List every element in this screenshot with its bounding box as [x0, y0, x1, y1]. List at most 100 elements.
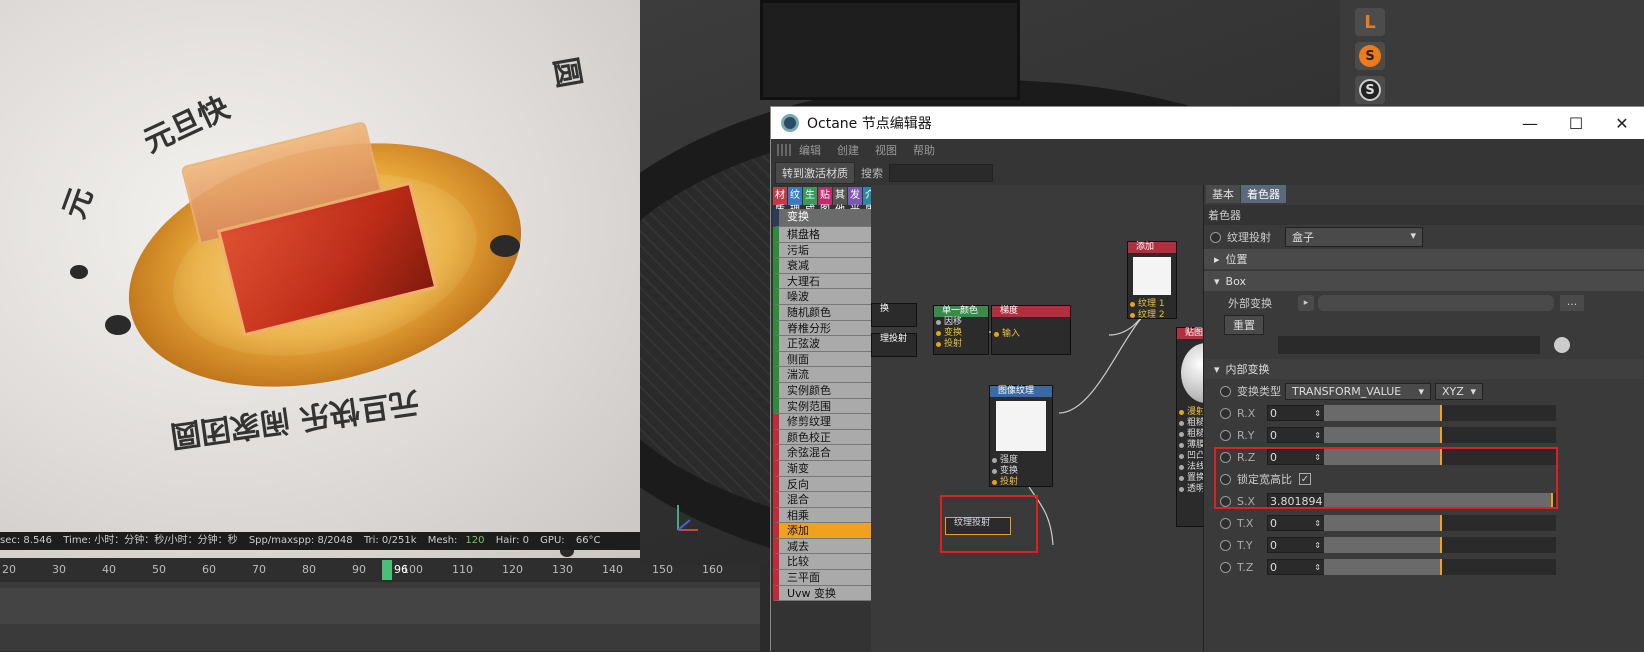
value-slider[interactable] — [1324, 427, 1556, 443]
radio-icon[interactable] — [1220, 517, 1231, 529]
spinner-icon[interactable]: ⇕ — [1314, 563, 1321, 572]
node-list-item[interactable]: 比较 — [773, 554, 871, 571]
close-button[interactable]: ✕ — [1599, 107, 1644, 139]
timeline[interactable]: 20 30 40 50 60 70 80 90 100 110 120 130 140 150 160 96 — [0, 558, 760, 651]
category-tab[interactable]: 材质 — [773, 187, 787, 216]
node-add[interactable]: 添加 纹理 1 纹理 2 — [1127, 241, 1177, 320]
external-transform-field[interactable] — [1318, 295, 1554, 311]
node-list-item[interactable]: 减去 — [773, 538, 871, 555]
category-tab[interactable]: 纹理 — [788, 187, 802, 216]
tool-l-icon[interactable]: L — [1355, 8, 1385, 36]
tool-s-icon[interactable]: S — [1355, 42, 1385, 70]
category-tab[interactable]: 发光 — [848, 187, 862, 216]
value-slider[interactable] — [1324, 537, 1556, 553]
slider-handle[interactable] — [1440, 515, 1442, 531]
render-viewport[interactable]: 元旦快 元 元旦快乐 闹家团圆 圆 sec: 8.546 Time: 小时：分钟… — [0, 0, 640, 558]
node-list-item[interactable]: 正弦波 — [773, 336, 871, 352]
radio-icon[interactable] — [1210, 231, 1221, 243]
slider-handle[interactable] — [1440, 427, 1442, 443]
node-list-item[interactable]: 侧面 — [773, 351, 871, 368]
node-gradient[interactable]: 梯度 输入 — [991, 305, 1071, 355]
timeline-track[interactable] — [0, 588, 760, 624]
node-list-item[interactable]: 实例范围 — [773, 398, 871, 415]
node-material[interactable]: 贴图 漫射 粗糙 粗糙度 薄膜宽度 凹凸 法线 置换 透明度 — [1176, 327, 1203, 527]
spinner-icon[interactable]: ⇕ — [1314, 519, 1321, 528]
box-section[interactable]: ▾ Box — [1204, 271, 1644, 291]
number-input[interactable]: 0 ⇕ — [1267, 427, 1325, 443]
node-list-item[interactable]: 三平面 — [773, 570, 871, 586]
node-partial-1[interactable]: 换 — [871, 303, 917, 327]
node-list-item[interactable]: 湍流 — [773, 367, 871, 383]
inner-transform-section[interactable]: ▾ 内部变换 — [1204, 359, 1644, 379]
menu-edit[interactable]: 编辑 — [799, 142, 821, 158]
spinner-icon[interactable]: ⇕ — [1314, 409, 1321, 418]
more-button[interactable]: ... — [1560, 295, 1584, 311]
node-list-item[interactable]: 棋盘格 — [773, 227, 871, 243]
node-list-item[interactable]: 相乘 — [773, 507, 871, 524]
transform-type-dropdown[interactable]: TRANSFORM_VALUE ▾ — [1285, 382, 1431, 400]
picker-icon[interactable] — [1554, 337, 1570, 353]
tab-basic[interactable]: 基本 — [1206, 185, 1240, 203]
field-value: 0 — [1270, 538, 1277, 552]
slider-handle[interactable] — [1440, 405, 1442, 421]
reset-button[interactable]: 重置 — [1224, 315, 1264, 335]
slider-handle[interactable] — [1440, 537, 1442, 553]
node-image-texture[interactable]: 图像纹理 强度 变换 投射 — [989, 385, 1053, 487]
node-list-item[interactable]: 脊椎分形 — [773, 320, 871, 337]
node-graph-canvas[interactable]: 换 理投射 单一颜色 因移 变换 投射 梯度 输入 添加 纹理 1 纹理 2 贴… — [871, 185, 1203, 652]
texture-projection-dropdown[interactable]: 盒子 ▾ — [1285, 227, 1423, 247]
node-single-color[interactable]: 单一颜色 因移 变换 投射 — [933, 305, 989, 355]
goto-active-material-button[interactable]: 转到激活材质 — [775, 162, 855, 184]
status-tri: Tri: 0/251k — [363, 535, 417, 546]
node-list-item[interactable]: Uvw 变换 — [773, 585, 871, 602]
node-list-item[interactable]: 衰减 — [773, 258, 871, 274]
node-list-item[interactable]: 添加 — [773, 523, 871, 539]
axis-order-dropdown[interactable]: XYZ ▾ — [1435, 382, 1483, 400]
node-list-item[interactable]: 随机颜色 — [773, 304, 871, 321]
tool-s-dark-icon[interactable]: S — [1355, 76, 1385, 104]
slider-handle[interactable] — [1440, 559, 1442, 575]
value-slider[interactable] — [1324, 515, 1556, 531]
node-list-header[interactable]: 变换 — [773, 209, 871, 227]
node-partial-2[interactable]: 理投射 — [871, 333, 917, 357]
number-input[interactable]: 0 ⇕ — [1267, 537, 1325, 553]
node-list-item[interactable]: 噪波 — [773, 289, 871, 305]
node-list-item[interactable]: 实例颜色 — [773, 382, 871, 399]
playhead[interactable] — [382, 560, 392, 580]
node-list-item[interactable]: 颜色校正 — [773, 429, 871, 446]
value-slider[interactable] — [1324, 405, 1556, 421]
radio-icon[interactable] — [1220, 385, 1231, 397]
menu-help[interactable]: 帮助 — [913, 142, 935, 158]
node-list-item[interactable]: 污垢 — [773, 242, 871, 259]
link-field[interactable] — [1278, 336, 1540, 354]
position-section[interactable]: ▸ 位置 — [1204, 249, 1644, 269]
node-list-item[interactable]: 反向 — [773, 476, 871, 493]
category-tab[interactable]: 其他 — [833, 187, 847, 216]
radio-icon[interactable] — [1220, 561, 1231, 573]
node-list-item[interactable]: 混合 — [773, 492, 871, 508]
category-tab[interactable]: 贴图 — [818, 187, 832, 216]
minimize-button[interactable]: — — [1507, 107, 1553, 139]
number-input[interactable]: 0 ⇕ — [1267, 405, 1325, 421]
node-list-item[interactable]: 修剪纹理 — [773, 414, 871, 430]
value-slider[interactable] — [1324, 559, 1556, 575]
menu-view[interactable]: 视图 — [875, 142, 897, 158]
node-list-item[interactable]: 大理石 — [773, 273, 871, 290]
play-icon[interactable]: ▸ — [1298, 295, 1314, 311]
viewport-object — [760, 0, 1020, 100]
radio-icon[interactable] — [1220, 539, 1231, 551]
spinner-icon[interactable]: ⇕ — [1314, 431, 1321, 440]
menu-create[interactable]: 创建 — [837, 142, 859, 158]
radio-icon[interactable] — [1220, 407, 1231, 419]
node-list-item[interactable]: 渐变 — [773, 460, 871, 477]
tab-shader[interactable]: 着色器 — [1241, 185, 1286, 203]
number-input[interactable]: 0 ⇕ — [1267, 515, 1325, 531]
node-list-item[interactable]: 余弦混合 — [773, 445, 871, 461]
search-input[interactable] — [889, 164, 993, 182]
spinner-icon[interactable]: ⇕ — [1314, 541, 1321, 550]
number-input[interactable]: 0 ⇕ — [1267, 559, 1325, 575]
maximize-button[interactable]: ☐ — [1553, 107, 1599, 139]
radio-icon[interactable] — [1220, 429, 1231, 441]
window-titlebar[interactable]: Octane 节点编辑器 — ☐ ✕ — [771, 107, 1644, 139]
category-tab[interactable]: 生成 — [803, 187, 817, 216]
